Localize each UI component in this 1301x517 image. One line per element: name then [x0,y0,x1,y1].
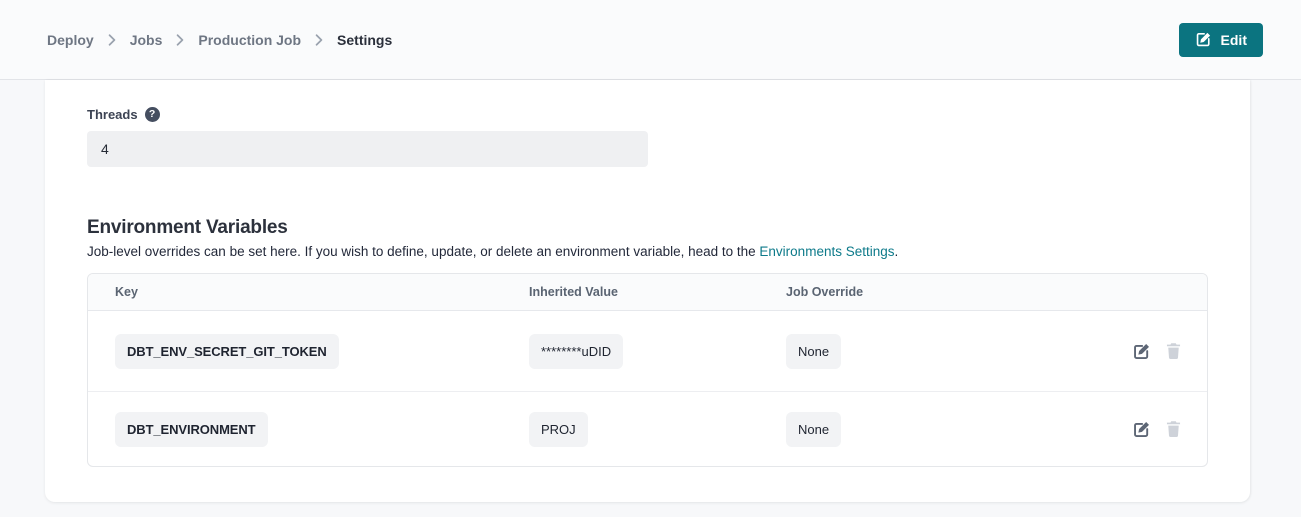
breadcrumb-production-job[interactable]: Production Job [198,32,301,48]
chevron-right-icon [176,34,184,46]
pencil-square-icon [1195,31,1212,48]
settings-card: Threads ? Environment Variables Job-leve… [45,80,1250,502]
trash-icon[interactable] [1165,342,1182,360]
env-var-job-override: None [786,412,841,447]
column-header-job-override: Job Override [786,285,1182,299]
edit-button[interactable]: Edit [1179,23,1263,57]
table-row: DBT_ENV_SECRET_GIT_TOKEN ********uDID No… [88,311,1207,391]
env-vars-description-period: . [895,244,899,259]
help-icon[interactable]: ? [145,107,160,122]
threads-input[interactable] [87,131,648,167]
environments-settings-link[interactable]: Environments Settings [759,244,894,259]
env-var-inherited-value: ********uDID [529,334,623,369]
column-header-key: Key [115,285,529,299]
table-row: DBT_ENVIRONMENT PROJ None [88,391,1207,466]
env-vars-table: Key Inherited Value Job Override DBT_ENV… [87,273,1208,467]
breadcrumb-settings: Settings [337,32,392,48]
env-var-key: DBT_ENV_SECRET_GIT_TOKEN [115,334,339,369]
breadcrumb-deploy[interactable]: Deploy [47,32,94,48]
column-header-inherited-value: Inherited Value [529,285,786,299]
env-var-key: DBT_ENVIRONMENT [115,412,268,447]
threads-label-row: Threads ? [87,107,1208,122]
env-vars-title: Environment Variables [87,217,1208,239]
env-vars-description-text: Job-level overrides can be set here. If … [87,244,759,259]
edit-row-icon[interactable] [1132,420,1151,439]
breadcrumb-jobs[interactable]: Jobs [130,32,163,48]
chevron-right-icon [108,34,116,46]
top-bar: Deploy Jobs Production Job Settings Edit [0,0,1301,80]
threads-label: Threads [87,107,138,122]
env-vars-description: Job-level overrides can be set here. If … [87,244,1208,259]
env-vars-table-header: Key Inherited Value Job Override [88,274,1207,311]
trash-icon[interactable] [1165,420,1182,438]
row-actions [1132,342,1182,361]
edit-row-icon[interactable] [1132,342,1151,361]
row-actions [1132,420,1182,439]
chevron-right-icon [315,34,323,46]
env-var-job-override: None [786,334,841,369]
breadcrumb: Deploy Jobs Production Job Settings [47,32,392,48]
env-var-inherited-value: PROJ [529,412,588,447]
edit-button-label: Edit [1221,32,1247,48]
